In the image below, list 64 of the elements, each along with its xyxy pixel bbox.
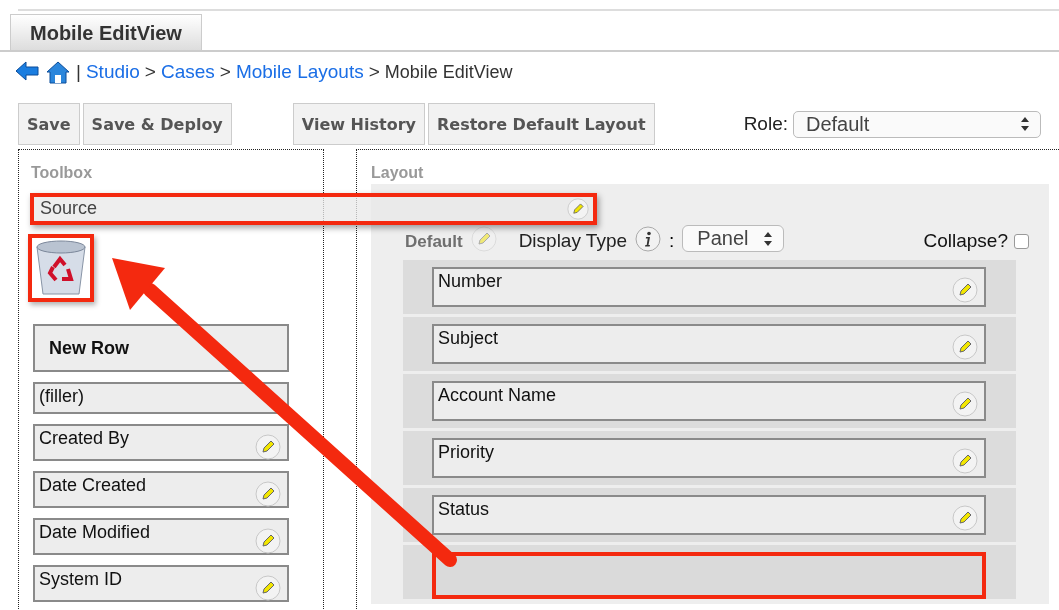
field-item[interactable]: Status <box>432 495 986 535</box>
field-label: Source <box>40 198 98 219</box>
pencil-icon[interactable] <box>952 391 978 417</box>
breadcrumb-link[interactable]: Studio <box>85 61 140 83</box>
toolbar-button[interactable]: Save & Deploy <box>82 103 232 145</box>
field-label: Priority <box>438 442 494 463</box>
collapse-label: Collapse? <box>923 230 1008 252</box>
field-label: System ID <box>39 569 122 590</box>
updown-icon <box>762 230 773 247</box>
field-item[interactable]: Date Created <box>33 471 289 508</box>
field-item[interactable]: Created By <box>33 424 289 461</box>
field-item[interactable]: System ID <box>33 565 289 602</box>
field-label: Status <box>438 499 490 520</box>
panel-title: Toolbox <box>31 164 94 182</box>
role-select[interactable]: Default <box>793 110 1041 138</box>
pencil-icon[interactable] <box>952 334 978 360</box>
toolbar-button[interactable]: Save <box>18 103 80 145</box>
field-label: Subject <box>438 328 499 349</box>
field-label: (filler) <box>39 386 84 407</box>
breadcrumb-separator: > <box>219 61 231 83</box>
tab[interactable]: Mobile EditView <box>10 14 202 50</box>
trash-icon[interactable] <box>34 239 88 297</box>
pencil-icon[interactable] <box>255 434 281 460</box>
field-item[interactable]: Number <box>432 267 986 307</box>
field-label: Date Modified <box>39 522 151 543</box>
separator-text: : <box>669 230 675 252</box>
toolbar-button[interactable]: Restore Default Layout <box>427 103 655 145</box>
pencil-icon[interactable] <box>952 277 978 303</box>
field-label: Date Created <box>39 475 147 496</box>
dragged-field[interactable]: Source <box>30 193 597 225</box>
home-icon[interactable] <box>45 60 71 84</box>
field-label: Number <box>438 271 503 292</box>
breadcrumb-separator: > <box>368 61 380 83</box>
toolbar-button[interactable]: View History <box>292 103 425 145</box>
breadcrumb-link[interactable]: Cases <box>160 61 215 83</box>
pencil-icon[interactable] <box>255 528 281 554</box>
pencil-icon[interactable] <box>952 505 978 531</box>
select-value: Default <box>806 112 870 136</box>
field-item[interactable]: New Row <box>33 324 289 372</box>
pencil-icon[interactable] <box>952 448 978 474</box>
breadcrumb-separator: | <box>76 61 81 83</box>
collapse-checkbox[interactable] <box>1014 233 1029 249</box>
field-item[interactable]: Subject <box>432 324 986 364</box>
panel-name: Default <box>405 232 463 252</box>
field-label: Account Name <box>438 385 557 406</box>
field-item[interactable]: Date Modified <box>33 518 289 555</box>
field-item[interactable]: (filler) <box>33 382 289 414</box>
pencil-icon[interactable] <box>255 481 281 507</box>
field-item[interactable]: Priority <box>432 438 986 478</box>
back-arrow-icon[interactable] <box>14 60 40 84</box>
breadcrumb-current: Mobile EditView <box>384 61 513 83</box>
info-icon[interactable] <box>635 226 662 252</box>
breadcrumb-link[interactable]: Mobile Layouts <box>235 61 364 83</box>
role-label: Role: <box>743 113 788 135</box>
select-value: Panel <box>697 227 749 250</box>
field-label: New Row <box>48 337 130 360</box>
pencil-icon[interactable] <box>255 575 281 601</box>
panel-title: Layout <box>371 164 425 182</box>
field-item[interactable]: Account Name <box>432 381 986 421</box>
display-type-select[interactable]: Panel <box>682 225 784 252</box>
field-label: Created By <box>39 428 130 449</box>
breadcrumb-separator: > <box>144 61 156 83</box>
updown-icon <box>1020 116 1030 132</box>
display-type-label: Display Type <box>518 230 628 252</box>
